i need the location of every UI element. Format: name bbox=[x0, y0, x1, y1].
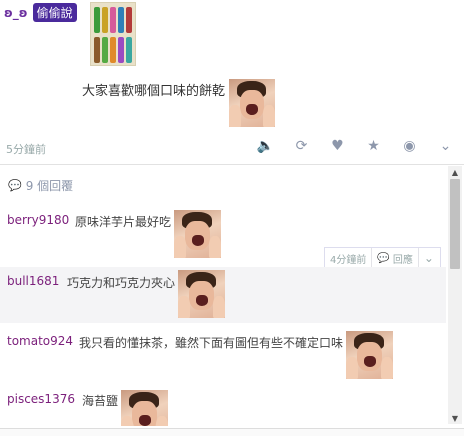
scroll-up-arrow[interactable]: ▲ bbox=[448, 166, 462, 178]
comment-toolbar: 4分鐘前 💬 回應 ⌄ bbox=[324, 247, 441, 269]
comments-scrollbar[interactable]: ▲ ▼ bbox=[448, 166, 462, 424]
reply-count-label: 9 個回覆 bbox=[25, 179, 74, 193]
scroll-thumb[interactable] bbox=[450, 179, 460, 269]
comment-item: tomato924 我只看的懂抹茶，雖然下面有圖但有些不確定口味 bbox=[0, 325, 446, 383]
chevron-down-icon[interactable]: ⌄ bbox=[417, 248, 439, 268]
comment-item: bull1681 巧克力和巧克力夾心 bbox=[0, 267, 446, 323]
candy-photo[interactable] bbox=[90, 2, 136, 66]
post-actions: 🔈 ⟳ ♥ ★ ◉ ⌄ bbox=[257, 137, 454, 154]
post-header: ʚ_ʚ 偷偷說 bbox=[4, 3, 77, 22]
divider bbox=[0, 164, 464, 165]
bottom-bar bbox=[0, 428, 464, 436]
scroll-down-arrow[interactable]: ▼ bbox=[448, 412, 462, 424]
post-author[interactable]: ʚ_ʚ bbox=[4, 6, 28, 20]
comment-text: 海苔鹽 bbox=[82, 394, 119, 408]
reply-label: 回應 bbox=[392, 254, 413, 266]
comment-text: 原味洋芋片最好吃 bbox=[75, 215, 172, 229]
post-tag[interactable]: 偷偷說 bbox=[32, 3, 77, 22]
comment-username[interactable]: berry9180 bbox=[7, 213, 69, 227]
comment-text: 巧克力和巧克力夾心 bbox=[67, 276, 176, 290]
mute-icon[interactable]: 🔈 bbox=[257, 137, 274, 154]
comment-meme-image[interactable] bbox=[178, 270, 225, 318]
comment-meme-image[interactable] bbox=[174, 210, 221, 258]
comment-item: pisces1376 海苔鹽 bbox=[0, 386, 446, 426]
globe-icon[interactable]: ◉ bbox=[401, 137, 418, 154]
comment-time: 4分鐘前 bbox=[330, 254, 367, 266]
post-meme-image[interactable] bbox=[229, 79, 275, 127]
post-text: 大家喜歡哪個口味的餅乾 bbox=[82, 84, 226, 99]
reply-count: 💬 9 個回覆 bbox=[8, 177, 73, 194]
post-time: 5分鐘前 bbox=[6, 143, 46, 156]
heart-icon[interactable]: ♥ bbox=[329, 137, 346, 154]
comment-text: 我只看的懂抹茶，雖然下面有圖但有些不確定口味 bbox=[79, 336, 344, 350]
comment-bubble-icon: 💬 bbox=[8, 179, 22, 192]
comment-username[interactable]: bull1681 bbox=[7, 274, 59, 288]
comment-meme-image[interactable] bbox=[346, 331, 393, 379]
comment-username[interactable]: pisces1376 bbox=[7, 392, 75, 406]
comment-meme-image[interactable] bbox=[121, 390, 168, 426]
comment-username[interactable]: tomato924 bbox=[7, 334, 73, 348]
star-icon[interactable]: ★ bbox=[365, 137, 382, 154]
post-footer: 5分鐘前 🔈 ⟳ ♥ ★ ◉ ⌄ bbox=[0, 133, 464, 163]
refresh-icon[interactable]: ⟳ bbox=[293, 137, 310, 154]
reply-icon: 💬 bbox=[377, 252, 390, 264]
chevron-down-icon[interactable]: ⌄ bbox=[437, 137, 454, 154]
reply-button[interactable]: 💬 回應 bbox=[371, 248, 417, 268]
